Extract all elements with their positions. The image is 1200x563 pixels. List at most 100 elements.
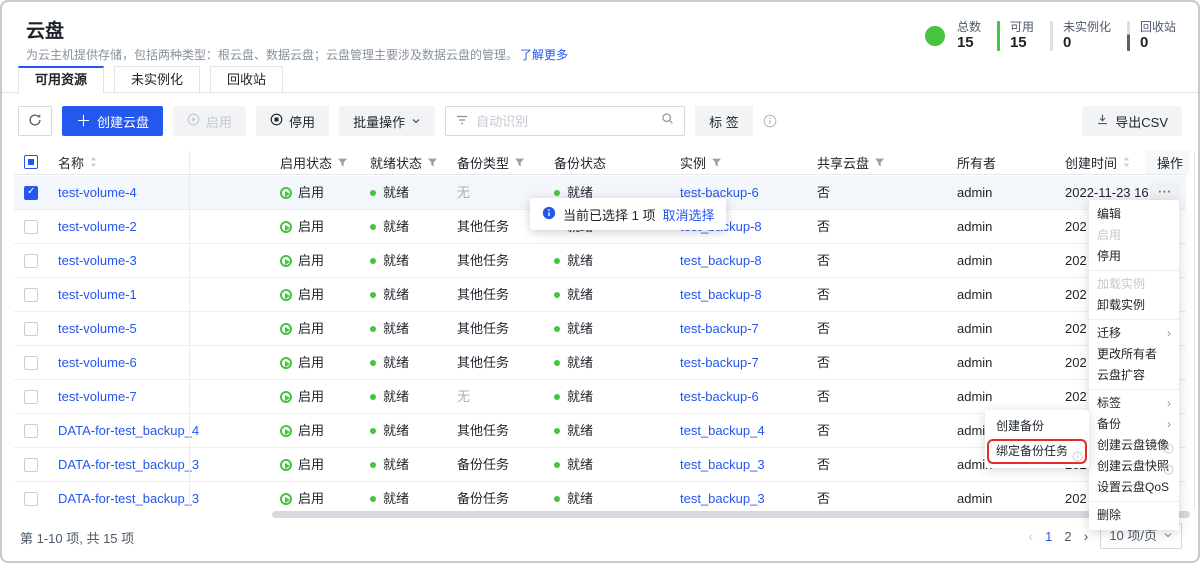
row-checkbox[interactable]	[24, 254, 38, 268]
tab-recycle-bin[interactable]: 回收站	[210, 66, 283, 93]
volume-name-link[interactable]: test-volume-2	[58, 210, 137, 243]
instance-link[interactable]: test_backup-8	[680, 244, 762, 277]
volume-name-link[interactable]: DATA-for-test_backup_4	[58, 414, 199, 447]
column-header-3[interactable]: 备份类型	[457, 150, 525, 174]
disable-button[interactable]: 停用	[256, 106, 329, 136]
instance-link[interactable]: test_backup_3	[680, 482, 765, 508]
menu-item[interactable]: 迁移›	[1089, 323, 1179, 344]
submenu-item-label: 绑定备份任务	[996, 444, 1068, 458]
cancel-selection-link[interactable]: 取消选择	[662, 205, 714, 224]
learn-more-link[interactable]: 了解更多	[520, 48, 568, 62]
batch-actions-button[interactable]: 批量操作	[339, 106, 435, 136]
search-box[interactable]	[445, 106, 685, 136]
ready-dot-icon	[370, 292, 376, 298]
row-checkbox[interactable]	[24, 186, 38, 200]
submenu-arrow-icon: ›	[1167, 393, 1171, 414]
tab-available-resources[interactable]: 可用资源	[18, 66, 104, 94]
instance-link[interactable]: test-backup-7	[680, 312, 759, 345]
column-header-6[interactable]: 共享云盘	[817, 150, 885, 174]
row-checkbox[interactable]	[24, 220, 38, 234]
row-checkbox[interactable]	[24, 288, 38, 302]
volume-name-link[interactable]: test-volume-5	[58, 312, 137, 345]
create-disk-button[interactable]: ＋ 创建云盘	[62, 106, 163, 136]
row-context-menu: 编辑启用停用加载实例卸载实例迁移›更改所有者云盘扩容标签›备份›创建云盘镜像创建…	[1089, 200, 1179, 530]
menu-item[interactable]: 编辑	[1089, 204, 1179, 225]
volume-name-link[interactable]: test-volume-6	[58, 346, 137, 379]
menu-item-label: 删除	[1097, 508, 1121, 522]
filter-icon[interactable]	[337, 157, 348, 168]
menu-item[interactable]: 卸载实例	[1089, 295, 1179, 316]
menu-item[interactable]: 创建云盘快照	[1089, 456, 1179, 477]
menu-item-label: 更改所有者	[1097, 347, 1157, 361]
page-1-button[interactable]: 1	[1045, 529, 1052, 544]
column-header-2[interactable]: 就绪状态	[370, 150, 438, 174]
instance-link[interactable]: test-backup-6	[680, 380, 759, 413]
column-header-0[interactable]: 名称	[58, 150, 98, 174]
instance-link[interactable]: test-backup-7	[680, 346, 759, 379]
menu-item[interactable]: 停用	[1089, 246, 1179, 267]
volume-name-link[interactable]: test-volume-7	[58, 380, 137, 413]
filter-icon[interactable]	[874, 157, 885, 168]
sort-icon[interactable]	[89, 156, 98, 168]
refresh-button[interactable]	[18, 106, 52, 136]
row-checkbox[interactable]	[24, 322, 38, 336]
ready-status: 就绪	[370, 482, 409, 508]
volume-name-link[interactable]: test-volume-4	[58, 176, 137, 209]
search-icon[interactable]	[661, 112, 674, 130]
column-header-8[interactable]: 创建时间	[1065, 150, 1131, 174]
stat-value: 0	[1140, 34, 1176, 52]
volume-name-link[interactable]: DATA-for-test_backup_3	[58, 482, 199, 508]
info-icon[interactable]	[763, 114, 777, 128]
instance-link[interactable]: test_backup_3	[680, 448, 765, 481]
tab-not-instantiated[interactable]: 未实例化	[114, 66, 200, 93]
filter-icon[interactable]	[711, 157, 722, 168]
menu-item[interactable]: 云盘扩容	[1089, 365, 1179, 386]
filter-icon[interactable]	[514, 157, 525, 168]
enable-button[interactable]: 启用	[173, 106, 246, 136]
subtitle-text: 为云主机提供存储，包括两种类型：根云盘、数据云盘；云盘管理主要涉及数据云盘的管理…	[26, 48, 518, 62]
enable-label: 启用	[206, 112, 232, 131]
sort-icon[interactable]	[1122, 156, 1131, 168]
page-2-button[interactable]: 2	[1064, 529, 1071, 544]
menu-item[interactable]: 删除	[1089, 505, 1179, 526]
stat-label: 回收站	[1140, 20, 1176, 34]
submenu-item[interactable]: 绑定备份任务	[985, 439, 1089, 464]
submenu-item[interactable]: 创建备份	[985, 414, 1089, 439]
column-header-5[interactable]: 实例	[680, 150, 722, 174]
prev-page-icon[interactable]: ‹	[1029, 528, 1034, 544]
backup-ready-dot-icon	[554, 326, 560, 332]
search-input[interactable]	[476, 114, 653, 129]
menu-item[interactable]: 创建云盘镜像	[1089, 435, 1179, 456]
backup-status: 就绪	[554, 482, 593, 508]
select-all-checkbox[interactable]	[24, 155, 38, 169]
menu-item[interactable]: 备份›	[1089, 414, 1179, 435]
row-checkbox[interactable]	[24, 458, 38, 472]
instance-link[interactable]: test_backup_4	[680, 414, 765, 447]
volume-name-link[interactable]: DATA-for-test_backup_3	[58, 448, 199, 481]
menu-item[interactable]: 标签›	[1089, 393, 1179, 414]
ready-status: 就绪	[370, 346, 409, 379]
row-checkbox[interactable]	[24, 390, 38, 404]
menu-divider	[1089, 389, 1179, 390]
volume-name-link[interactable]: test-volume-3	[58, 244, 137, 277]
export-csv-button[interactable]: 导出CSV	[1082, 106, 1182, 136]
tag-button[interactable]: 标 签	[695, 106, 753, 136]
shared-disk: 否	[817, 176, 830, 209]
next-page-icon[interactable]: ›	[1084, 528, 1089, 544]
volume-name-link[interactable]: test-volume-1	[58, 278, 137, 311]
filter-icon[interactable]	[427, 157, 438, 168]
shared-disk: 否	[817, 448, 830, 481]
row-checkbox[interactable]	[24, 424, 38, 438]
ready-status: 就绪	[370, 448, 409, 481]
ready-dot-icon	[370, 462, 376, 468]
enable-status: 启用	[280, 244, 324, 277]
horizontal-scrollbar[interactable]	[272, 511, 1190, 518]
selection-popup: 当前已选择 1 项 取消选择	[530, 198, 726, 230]
menu-item[interactable]: 设置云盘QoS	[1089, 477, 1179, 498]
row-checkbox[interactable]	[24, 356, 38, 370]
menu-item[interactable]: 更改所有者	[1089, 344, 1179, 365]
column-header-1[interactable]: 启用状态	[280, 150, 348, 174]
ready-dot-icon	[370, 394, 376, 400]
instance-link[interactable]: test_backup-8	[680, 278, 762, 311]
row-checkbox[interactable]	[24, 492, 38, 506]
